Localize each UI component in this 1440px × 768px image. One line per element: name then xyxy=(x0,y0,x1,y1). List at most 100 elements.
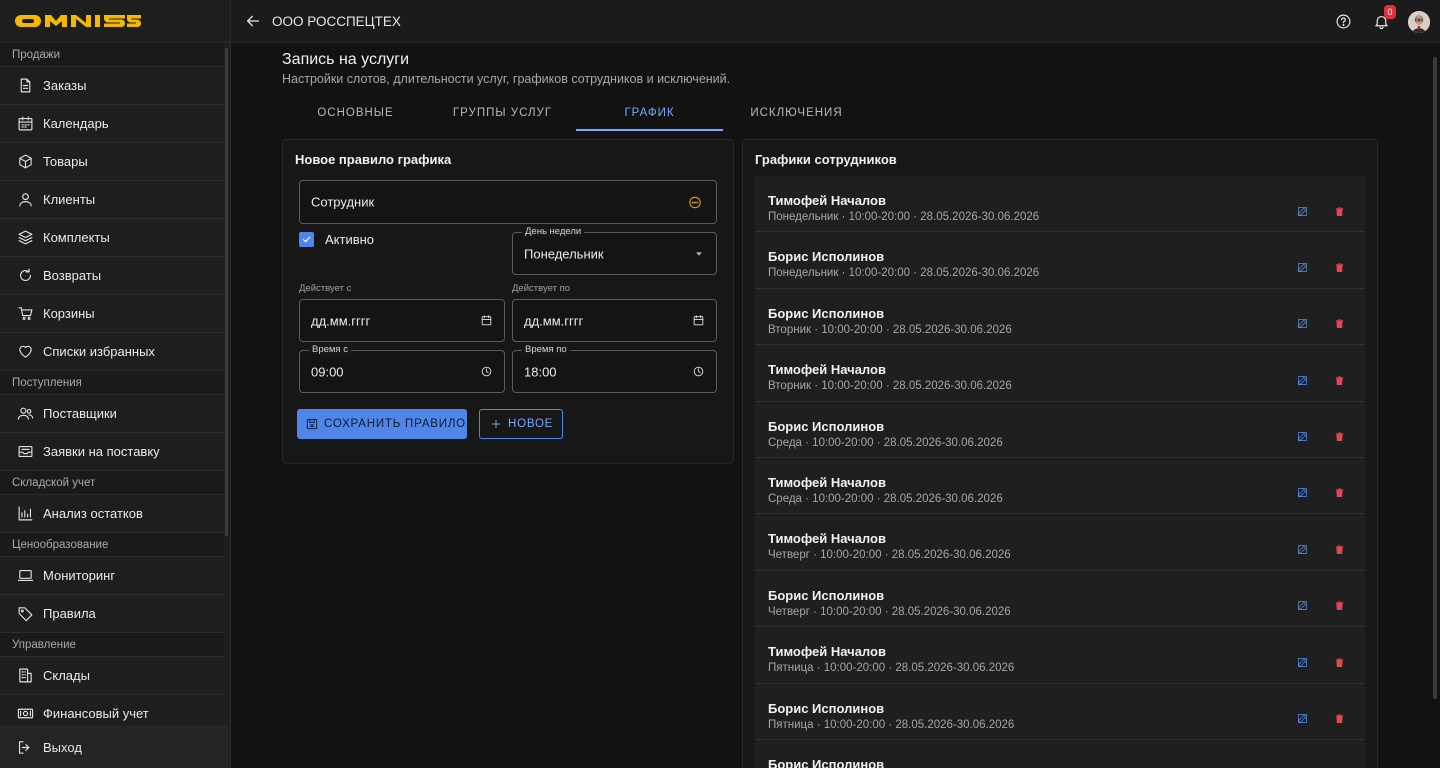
back-button[interactable] xyxy=(231,0,275,43)
schedule-row: Тимофей Началов Пятница · 10:00-20:00 · … xyxy=(755,627,1365,684)
logo[interactable] xyxy=(0,0,230,43)
sidebar-item[interactable]: Финансовый учет xyxy=(0,695,224,726)
employee-name: Тимофей Началов xyxy=(768,362,886,378)
weekday-label: День недели xyxy=(522,226,585,237)
sidebar-item[interactable]: Списки избранных xyxy=(0,333,224,371)
edit-button[interactable] xyxy=(1295,260,1309,274)
clock-icon[interactable] xyxy=(691,365,705,379)
tag-icon xyxy=(16,605,34,623)
schedule-row: Тимофей Началов Среда · 10:00-20:00 · 28… xyxy=(755,458,1365,515)
edit-icon xyxy=(1297,544,1307,554)
sidebar-item[interactable]: Анализ остатков xyxy=(0,495,224,533)
edit-button[interactable] xyxy=(1295,712,1309,726)
avatar[interactable] xyxy=(1408,10,1430,33)
clock-icon[interactable] xyxy=(479,365,493,379)
edit-button[interactable] xyxy=(1295,486,1309,500)
user-photo-icon xyxy=(1408,10,1430,33)
sidebar-item[interactable]: Корзины xyxy=(0,295,224,333)
edit-icon xyxy=(1297,488,1307,498)
edit-button[interactable] xyxy=(1295,430,1309,444)
sidebar-item[interactable]: Календарь xyxy=(0,105,224,143)
valid-to-label: Действует по xyxy=(512,283,570,294)
delete-button[interactable] xyxy=(1332,486,1346,500)
schedule-details: Четверг · 10:00-20:00 · 28.05.2026-30.06… xyxy=(768,605,1011,618)
employee-schedules: Графики сотрудников Тимофей Началов Поне… xyxy=(742,139,1378,768)
page-subtitle: Настройки слотов, длительности услуг, гр… xyxy=(282,72,731,86)
tab[interactable]: ОСНОВНЫЕ xyxy=(282,97,429,131)
calendar-icon[interactable] xyxy=(479,314,493,328)
edit-button[interactable] xyxy=(1295,317,1309,331)
sidebar-item-label: Заявки на поставку xyxy=(43,444,160,459)
weekday-select[interactable]: День недели Понедельник xyxy=(512,226,717,275)
delete-button[interactable] xyxy=(1332,712,1346,726)
schedule-row: Тимофей Началов Вторник · 10:00-20:00 · … xyxy=(755,345,1365,402)
schedule-details: Пятница · 10:00-20:00 · 28.05.2026-30.06… xyxy=(768,718,1015,731)
edit-icon xyxy=(1297,375,1307,385)
sidebar-item-label: Мониторинг xyxy=(43,568,116,583)
sidebar-nav: Продажи Заказы Календарь Товары Клиенты Компл… xyxy=(0,43,224,726)
sidebar-item-label: Клиенты xyxy=(43,192,96,207)
edit-icon xyxy=(1297,714,1307,724)
edit-button[interactable] xyxy=(1295,204,1309,218)
help-button[interactable] xyxy=(1332,11,1354,33)
omnis-logo-icon xyxy=(15,15,141,27)
main-scrollbar[interactable] xyxy=(1433,57,1437,699)
delete-button[interactable] xyxy=(1332,260,1346,274)
edit-button[interactable] xyxy=(1295,655,1309,669)
tab[interactable]: ГРУППЫ УСЛУГ xyxy=(429,97,576,131)
sidebar-item[interactable]: Комплекты xyxy=(0,219,224,257)
sidebar-item-label: Заказы xyxy=(43,78,87,93)
sidebar-item[interactable]: Правила xyxy=(0,595,224,633)
delete-button[interactable] xyxy=(1332,655,1346,669)
delete-button[interactable] xyxy=(1332,373,1346,387)
time-to-input[interactable]: Время по 18:00 xyxy=(512,344,717,393)
sidebar-scrollbar[interactable] xyxy=(225,48,228,536)
employee-select[interactable]: Сотрудник xyxy=(299,180,717,224)
trash-icon xyxy=(1334,545,1344,554)
edit-button[interactable] xyxy=(1295,542,1309,556)
sidebar-item-label: Поставщики xyxy=(43,406,117,421)
valid-from-input[interactable]: дд.мм.гггг xyxy=(299,299,505,342)
time-from-input[interactable]: Время с 09:00 xyxy=(299,344,505,393)
sidebar-item[interactable]: Клиенты xyxy=(0,181,224,219)
logout-button[interactable]: Выход xyxy=(0,726,230,768)
tab[interactable]: ГРАФИК xyxy=(576,97,723,131)
trash-icon xyxy=(1334,263,1344,272)
delete-button[interactable] xyxy=(1332,204,1346,218)
save-rule-button[interactable]: СОХРАНИТЬ ПРАВИЛО xyxy=(297,409,467,439)
calendar-icon[interactable] xyxy=(691,314,705,328)
new-rule-button[interactable]: НОВОЕ xyxy=(479,409,563,439)
money-icon xyxy=(16,705,34,723)
edit-button[interactable] xyxy=(1295,373,1309,387)
trash-icon xyxy=(1334,714,1344,724)
schedule-details: Пятница · 10:00-20:00 · 28.05.2026-30.06… xyxy=(768,662,1015,675)
trash-icon xyxy=(1334,376,1344,385)
sidebar-item-label: Финансовый учет xyxy=(43,706,149,721)
active-label: Активно xyxy=(325,232,375,247)
sidebar-item[interactable]: Заказы xyxy=(0,67,224,105)
schedule-details: Среда · 10:00-20:00 · 28.05.2026-30.06.2… xyxy=(768,492,1003,505)
calendar-icon xyxy=(16,115,34,133)
sidebar-item[interactable]: Поставщики xyxy=(0,395,224,433)
active-checkbox[interactable] xyxy=(299,232,314,247)
notifications-badge: 0 xyxy=(1384,4,1396,19)
valid-to-input[interactable]: дд.мм.гггг xyxy=(512,299,717,342)
delete-button[interactable] xyxy=(1332,542,1346,556)
users-icon xyxy=(16,405,34,423)
tab[interactable]: ИСКЛЮЧЕНИЯ xyxy=(723,97,870,131)
more-options-icon[interactable] xyxy=(688,195,702,209)
sidebar-item[interactable]: Товары xyxy=(0,143,224,181)
delete-button[interactable] xyxy=(1332,430,1346,444)
notifications-button[interactable]: 0 xyxy=(1370,4,1396,33)
sidebar-item[interactable]: Склады xyxy=(0,657,224,695)
schedule-row: Тимофей Началов Четверг · 10:00-20:00 · … xyxy=(755,514,1365,571)
edit-button[interactable] xyxy=(1295,599,1309,613)
delete-button[interactable] xyxy=(1332,317,1346,331)
schedules-title: Графики сотрудников xyxy=(755,152,897,167)
logout-label: Выход xyxy=(43,740,82,755)
sidebar-item[interactable]: Возвраты xyxy=(0,257,224,295)
delete-button[interactable] xyxy=(1332,599,1346,613)
sidebar-item[interactable]: Заявки на поставку xyxy=(0,433,224,471)
employee-name: Борис Исполинов xyxy=(768,700,885,716)
sidebar-item[interactable]: Мониторинг xyxy=(0,557,224,595)
